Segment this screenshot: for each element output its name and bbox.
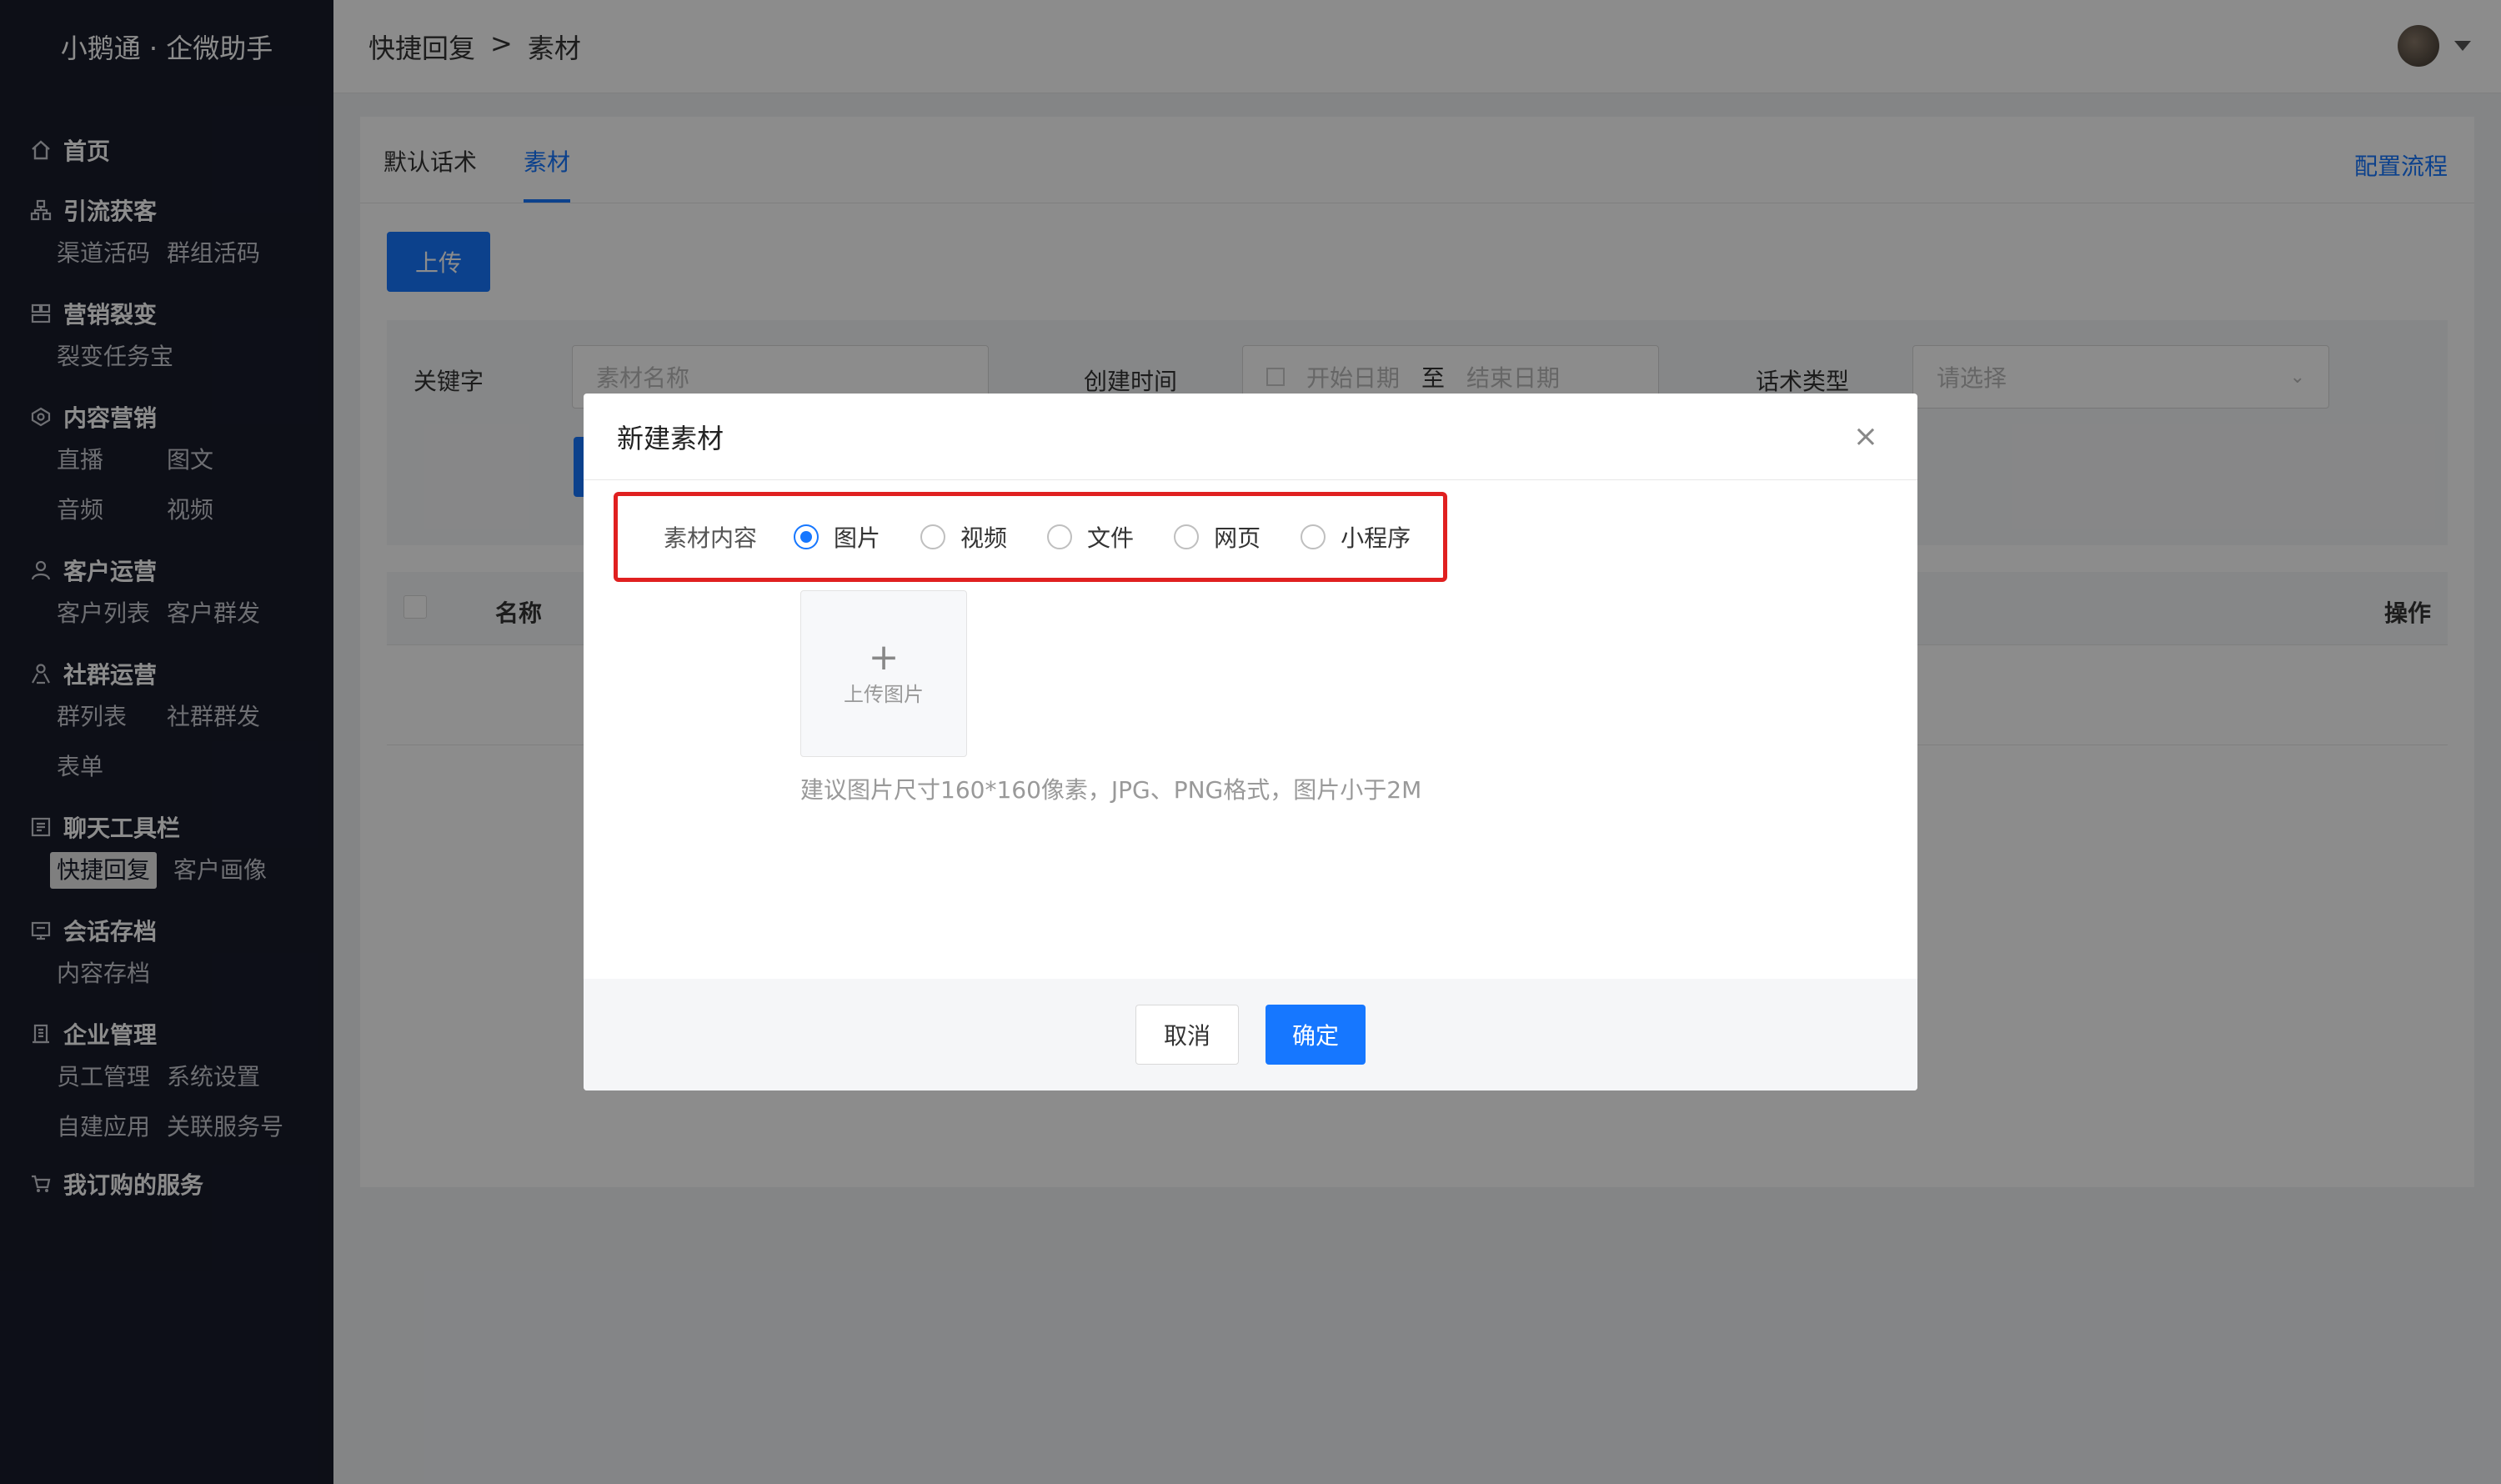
radio-mini-program[interactable]: 小程序 xyxy=(1301,520,1411,554)
radio-image[interactable]: 图片 xyxy=(794,520,880,554)
radio-dot xyxy=(1301,524,1326,549)
modal-title: 新建素材 xyxy=(617,422,724,454)
radio-label: 小程序 xyxy=(1341,524,1411,552)
image-uploader[interactable]: + 上传图片 xyxy=(800,590,967,757)
radio-webpage[interactable]: 网页 xyxy=(1174,520,1261,554)
modal-header: 新建素材 xyxy=(584,394,1917,480)
upload-hint: 建议图片尺寸160*160像素，JPG、PNG格式，图片小于2M xyxy=(800,776,1422,804)
radio-label: 网页 xyxy=(1214,524,1261,552)
radio-file[interactable]: 文件 xyxy=(1047,520,1134,554)
confirm-button[interactable]: 确定 xyxy=(1266,1005,1366,1065)
radio-dot xyxy=(794,524,819,549)
material-content-label: 素材内容 xyxy=(664,524,758,552)
radio-dot xyxy=(920,524,946,549)
cancel-button[interactable]: 取消 xyxy=(1135,1005,1239,1065)
plus-icon: + xyxy=(868,635,900,679)
uploader-label: 上传图片 xyxy=(844,682,924,706)
modal-footer: 取消 确定 xyxy=(584,979,1917,1090)
radio-video[interactable]: 视频 xyxy=(920,520,1007,554)
radio-dot xyxy=(1047,524,1073,549)
radio-label: 视频 xyxy=(960,524,1008,552)
radio-label: 图片 xyxy=(834,524,881,552)
radio-label: 文件 xyxy=(1087,524,1135,552)
material-type-radio-group: 素材内容 图片 视频 文件 网页 小程序 xyxy=(664,514,1451,560)
radio-dot xyxy=(1174,524,1200,549)
new-material-modal: 新建素材 × 素材内容 图片 视频 文件 网页 小程序 + 上传图片 建议图片尺… xyxy=(584,394,1917,1090)
close-icon[interactable]: × xyxy=(1851,422,1881,452)
